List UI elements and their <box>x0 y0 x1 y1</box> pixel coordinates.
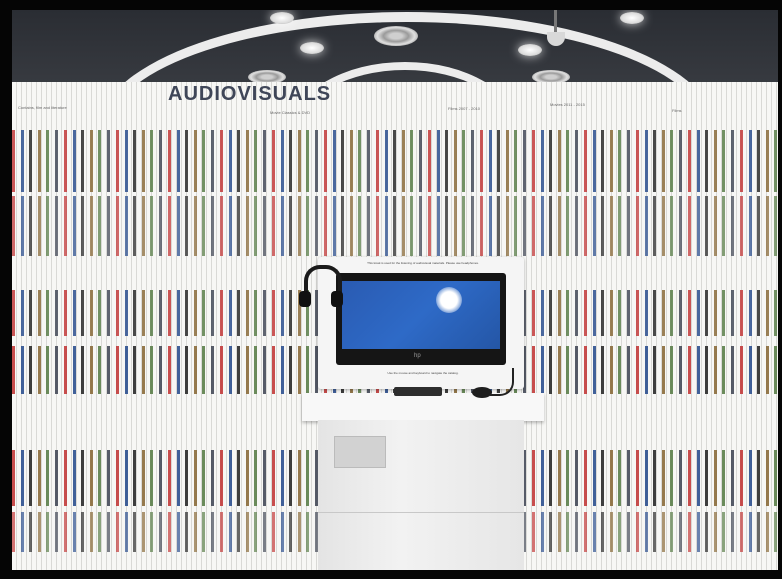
ceiling-light <box>270 12 294 24</box>
ceiling-light-reflection <box>436 287 462 313</box>
shelf-label: Films 2007 - 2010 <box>448 106 481 111</box>
mouse-icon[interactable] <box>472 387 492 398</box>
ceiling-light <box>518 44 542 56</box>
headphone-ear-cup <box>331 291 343 307</box>
kiosk-display[interactable] <box>342 281 500 349</box>
shelf-label: Films <box>672 108 682 113</box>
headphones-icon[interactable] <box>299 265 343 307</box>
ceiling-light <box>300 42 324 54</box>
kiosk-top-note: This kiosk is used for the listening of … <box>367 261 479 265</box>
kiosk-bottom-note: Use the mouse and keyboard to navigate t… <box>387 371 459 375</box>
section-sign: AUDIOVISUALS <box>168 83 332 105</box>
cabinet-seam <box>318 512 524 513</box>
photo-frame: AUDIOVISUALS Contains, film and literatu… <box>0 0 782 579</box>
ceiling-vent <box>374 26 418 46</box>
dvd-row <box>12 196 778 256</box>
keyboard-icon[interactable] <box>394 387 442 396</box>
shelf-label: Movie Classics & DVD <box>270 110 311 115</box>
headphone-ear-cup <box>299 291 311 307</box>
library-audiovisual-photo: AUDIOVISUALS Contains, film and literatu… <box>12 10 778 570</box>
cabinet-access-panel <box>334 436 386 468</box>
kiosk-cabinet <box>318 420 524 570</box>
ceiling-light <box>620 12 644 24</box>
camera-mount <box>554 10 557 34</box>
shelf-label: Contains, film and literature <box>18 105 67 110</box>
kiosk-desk <box>302 393 544 421</box>
dvd-row <box>12 130 778 192</box>
kiosk-screen[interactable]: hp <box>336 273 506 365</box>
shelf-label: Movies 2011 - 2015 <box>550 102 585 107</box>
hp-logo: hp <box>414 353 421 359</box>
